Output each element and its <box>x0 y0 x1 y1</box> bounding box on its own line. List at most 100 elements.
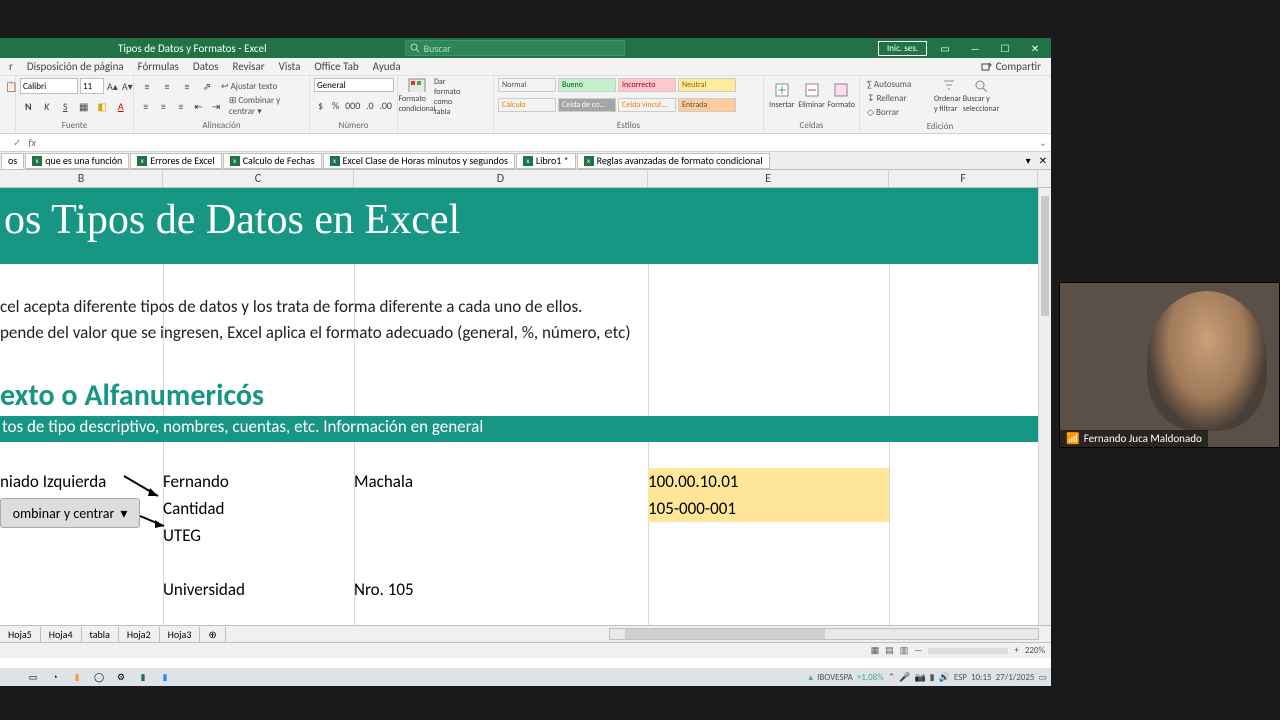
workbook-tab[interactable]: xExcel Clase de Horas minutos y segundos <box>323 153 515 169</box>
clear-button[interactable]: ◇ Borrar <box>864 106 902 119</box>
workbook-tab[interactable]: xLibro1 * <box>516 153 576 169</box>
menu-item[interactable]: Ayuda <box>366 60 408 73</box>
cell[interactable]: UTEG <box>163 525 354 546</box>
number-format-select[interactable] <box>314 78 394 92</box>
fx-icon[interactable]: fx <box>24 136 39 149</box>
cell[interactable]: Machala <box>354 471 648 492</box>
app-icon[interactable]: ◔ <box>44 669 66 685</box>
col-header[interactable]: F <box>889 170 1038 187</box>
menu-item[interactable]: Datos <box>186 60 226 73</box>
start-button[interactable] <box>0 669 22 685</box>
sort-filter-button[interactable]: Ordenar y filtrar <box>934 78 964 114</box>
fill-color-icon[interactable]: ◧ <box>94 98 111 114</box>
view-layout-icon[interactable]: ▤ <box>885 645 894 656</box>
horizontal-scrollbar[interactable] <box>609 628 1039 640</box>
style-incorrecto[interactable]: Incorrecto <box>618 78 676 92</box>
autosum-button[interactable]: ∑ Autosuma <box>864 78 914 91</box>
insert-cells-button[interactable]: Insertar <box>768 78 796 114</box>
increase-font-icon[interactable]: A▴ <box>106 78 119 94</box>
sheet-tab[interactable]: Hoja4 <box>41 627 82 642</box>
align-right-icon[interactable]: ≡ <box>173 98 189 114</box>
merge-center-button[interactable]: ⊞ Combinar y centrar ▾ <box>226 94 305 118</box>
formula-input[interactable] <box>40 136 1035 150</box>
cell[interactable]: 100.00.10.01 <box>648 471 889 492</box>
vertical-scrollbar[interactable] <box>1038 188 1051 625</box>
tray-mic-icon[interactable]: 🎤 <box>899 672 910 683</box>
workbook-tab[interactable]: xErrores de Excel <box>130 153 221 169</box>
percent-icon[interactable]: % <box>329 97 342 113</box>
menu-item[interactable]: Revisar <box>225 60 271 73</box>
decrease-font-icon[interactable]: A▾ <box>121 78 134 94</box>
taskview-icon[interactable]: ▭ <box>22 669 44 685</box>
style-bueno[interactable]: Bueno <box>558 78 616 92</box>
menu-item[interactable]: Vista <box>272 60 308 73</box>
wrap-text-button[interactable]: ↩ Ajustar texto <box>218 80 280 93</box>
italic-button[interactable]: K <box>39 98 56 114</box>
menu-item[interactable]: r <box>2 60 20 73</box>
underline-button[interactable]: S <box>57 98 74 114</box>
share-button[interactable]: Compartir <box>971 60 1051 73</box>
menu-item[interactable]: Disposición de página <box>20 60 131 73</box>
view-normal-icon[interactable]: ▦ <box>871 645 880 656</box>
minimize-button[interactable]: — <box>963 40 987 56</box>
col-header[interactable]: C <box>163 170 354 187</box>
align-top-icon[interactable]: ≡ <box>138 78 156 94</box>
workbook-tab[interactable]: xReglas avanzadas de formato condicional <box>577 153 770 169</box>
close-button[interactable]: ✕ <box>1023 40 1047 56</box>
font-size-select[interactable] <box>80 78 104 94</box>
style-neutral[interactable]: Neutral <box>678 78 736 92</box>
dec-dec-icon[interactable]: .00 <box>378 97 393 113</box>
workbook-tab[interactable]: xque es una función <box>25 153 129 169</box>
cell[interactable]: 105-000-001 <box>648 498 889 519</box>
font-name-select[interactable] <box>20 78 78 94</box>
stock-ticker[interactable]: IBOVESPA <box>817 672 853 683</box>
col-header[interactable]: D <box>354 170 648 187</box>
tray-chevron-icon[interactable]: ⌃ <box>888 672 896 683</box>
worksheet-grid[interactable]: os Tipos de Datos en Excel cel acepta di… <box>0 188 1051 625</box>
tray-cam-icon[interactable]: 📷 <box>914 672 925 683</box>
align-left-icon[interactable]: ≡ <box>138 98 154 114</box>
tray-vol-icon[interactable]: 🔊 <box>939 672 950 683</box>
dec-inc-icon[interactable]: .0 <box>363 97 376 113</box>
login-button[interactable]: Inic. ses. <box>878 41 927 56</box>
chrome-icon[interactable]: ◯ <box>88 669 110 685</box>
search-box[interactable]: Buscar <box>405 40 625 56</box>
align-bottom-icon[interactable]: ≡ <box>178 78 196 94</box>
view-pagebreak-icon[interactable]: ▥ <box>900 645 909 656</box>
cell[interactable]: Nro. 105 <box>354 579 648 600</box>
tray-date[interactable]: 27/1/2025 <box>996 672 1035 683</box>
find-select-button[interactable]: Buscar y seleccionar <box>966 78 996 114</box>
sheet-tab[interactable]: Hoja2 <box>119 627 160 642</box>
sheet-tab[interactable]: Hoja3 <box>160 627 201 642</box>
tray-time[interactable]: 10:15 <box>971 672 992 683</box>
sheet-tab[interactable]: Hoja5 <box>0 627 41 642</box>
menu-item[interactable]: Office Tab <box>307 60 365 73</box>
workbook-tab[interactable]: xCalculo de Fechas <box>223 153 322 169</box>
zoom-slider[interactable] <box>928 648 1008 654</box>
sheet-tab[interactable]: tabla <box>82 627 119 642</box>
currency-icon[interactable]: $ <box>314 97 327 113</box>
cell[interactable]: Cantidad <box>163 498 354 519</box>
ribbon-options-icon[interactable]: ▭ <box>933 40 957 56</box>
tray-notif-icon[interactable]: ▭ <box>1038 672 1047 683</box>
tray-lang[interactable]: ESP <box>954 672 967 683</box>
excel-icon[interactable]: ▮ <box>132 669 154 685</box>
new-sheet-button[interactable]: ⊕ <box>200 627 225 642</box>
col-header[interactable]: B <box>0 170 163 187</box>
format-as-table-button[interactable]: Dar formato como tabla <box>434 78 464 114</box>
cell[interactable]: Fernando <box>163 471 354 492</box>
zoom-app-icon[interactable]: ▮ <box>154 669 176 685</box>
col-header[interactable]: E <box>648 170 889 187</box>
menu-item[interactable]: Fórmulas <box>131 60 186 73</box>
style-celda-comp[interactable]: Celda de co... <box>558 98 616 112</box>
explorer-icon[interactable]: ▮ <box>66 669 88 685</box>
style-celda-vinc[interactable]: Celda vincul... <box>618 98 676 112</box>
bold-button[interactable]: N <box>20 98 37 114</box>
orientation-icon[interactable]: ⇗ <box>198 78 216 94</box>
tabs-close-icon[interactable]: ✕ <box>1035 154 1051 167</box>
accept-icon[interactable]: ✓ <box>10 136 24 149</box>
settings-icon[interactable]: ⚙ <box>110 669 132 685</box>
cell[interactable]: Universidad <box>163 579 354 600</box>
workbook-tab[interactable]: os <box>1 153 24 169</box>
fill-button[interactable]: ↧ Rellenar <box>864 92 910 105</box>
